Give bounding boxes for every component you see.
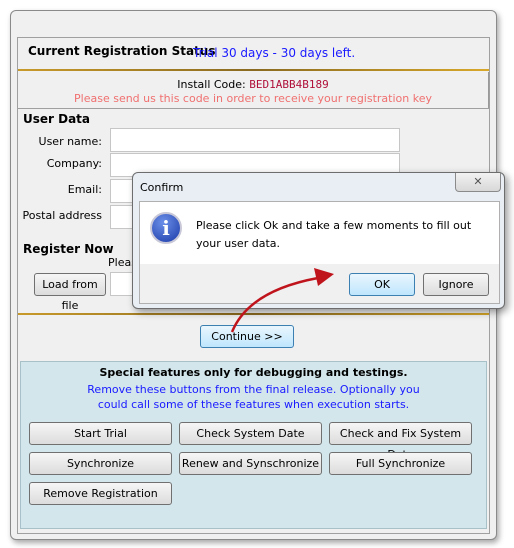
arrow-line	[230, 276, 319, 333]
arrow-head-icon	[314, 268, 334, 286]
arrow-annotation	[230, 268, 334, 333]
